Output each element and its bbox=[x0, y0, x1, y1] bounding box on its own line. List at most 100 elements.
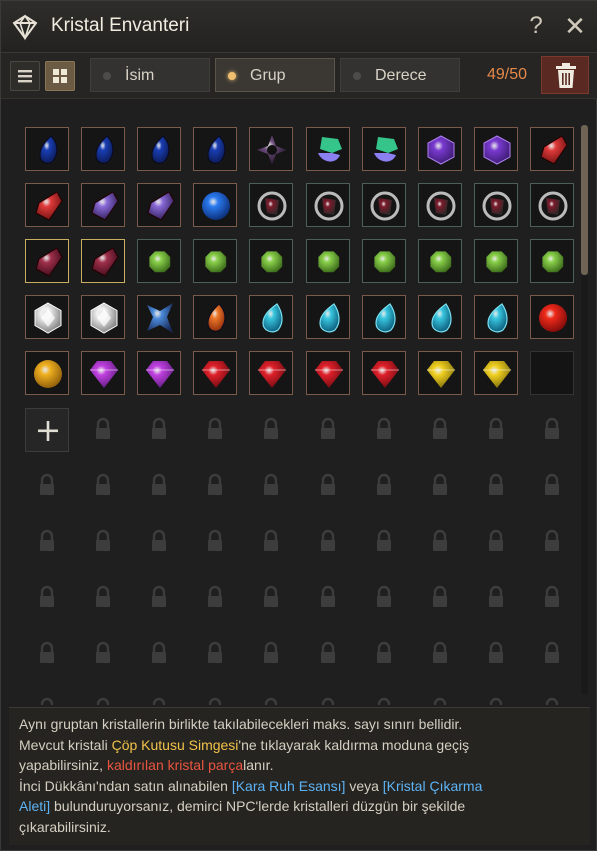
close-button[interactable]: ✕ bbox=[563, 11, 587, 42]
crystal-slot[interactable] bbox=[193, 239, 237, 283]
crystal-slot[interactable] bbox=[474, 127, 518, 171]
locked-slot bbox=[362, 688, 406, 705]
empty-crystal-slot[interactable] bbox=[530, 351, 574, 395]
item-link-extraction-tool[interactable]: [Kristal Çıkarma bbox=[383, 778, 483, 794]
grid-view-button[interactable] bbox=[45, 61, 75, 91]
title-bar[interactable]: Kristal Envanteri ? ✕ bbox=[1, 1, 597, 53]
locked-slot bbox=[81, 688, 125, 705]
sort-label: Derece bbox=[375, 67, 427, 84]
crystal-slot[interactable] bbox=[25, 351, 69, 395]
locked-slot bbox=[530, 520, 574, 564]
trash-button[interactable] bbox=[541, 56, 589, 94]
locked-slot bbox=[249, 408, 293, 452]
sort-by-grade-button[interactable]: Derece bbox=[340, 58, 460, 92]
crystal-slot[interactable] bbox=[530, 295, 574, 339]
sort-by-name-button[interactable]: İsim bbox=[90, 58, 210, 92]
sort-by-group-button[interactable]: Grup bbox=[215, 58, 335, 92]
crystal-slot[interactable] bbox=[306, 183, 350, 227]
crystal-slot[interactable] bbox=[81, 295, 125, 339]
crystal-slot[interactable] bbox=[249, 183, 293, 227]
crystal-slot[interactable] bbox=[474, 239, 518, 283]
crystal-slot[interactable] bbox=[81, 351, 125, 395]
radio-indicator bbox=[103, 72, 111, 80]
crystal-slot[interactable] bbox=[474, 183, 518, 227]
locked-slot bbox=[306, 576, 350, 620]
dark-ruby-ring-crystal-icon bbox=[257, 191, 287, 221]
crystal-slot[interactable] bbox=[81, 127, 125, 171]
lock-icon bbox=[152, 585, 166, 607]
crystal-slot[interactable] bbox=[25, 127, 69, 171]
lock-icon bbox=[208, 697, 222, 705]
crystal-slot[interactable] bbox=[249, 239, 293, 283]
lock-icon bbox=[96, 697, 110, 705]
crystal-slot[interactable] bbox=[81, 183, 125, 227]
blue-orb-crystal-icon bbox=[202, 192, 230, 220]
crystal-slot[interactable] bbox=[137, 351, 181, 395]
item-link-extraction-tool-cont[interactable]: Aleti] bbox=[19, 798, 50, 814]
locked-slot bbox=[193, 688, 237, 705]
crystal-slot[interactable] bbox=[530, 183, 574, 227]
locked-slot bbox=[137, 464, 181, 508]
help-button[interactable]: ? bbox=[525, 12, 547, 40]
locked-slot bbox=[530, 688, 574, 705]
crystal-slot[interactable] bbox=[418, 127, 462, 171]
lock-icon bbox=[321, 697, 335, 705]
crystal-slot[interactable] bbox=[418, 351, 462, 395]
diamond-icon bbox=[12, 14, 38, 41]
crystal-slot[interactable] bbox=[362, 183, 406, 227]
crystal-slot[interactable] bbox=[249, 295, 293, 339]
lock-icon bbox=[40, 585, 54, 607]
garnet-y-crystal-icon bbox=[91, 247, 119, 277]
crystal-slot[interactable] bbox=[81, 239, 125, 283]
crystal-slot[interactable] bbox=[137, 295, 181, 339]
plus-icon bbox=[38, 421, 58, 441]
crystal-slot[interactable] bbox=[306, 239, 350, 283]
crystal-slot[interactable] bbox=[418, 295, 462, 339]
crystal-slot[interactable] bbox=[362, 351, 406, 395]
garnet-y-crystal-icon bbox=[35, 247, 63, 277]
crystal-slot[interactable] bbox=[193, 351, 237, 395]
violet-hex-crystal-icon bbox=[483, 135, 511, 165]
purple-brilliant-crystal-icon bbox=[146, 361, 174, 388]
crystal-slot[interactable] bbox=[306, 295, 350, 339]
lock-icon bbox=[321, 529, 335, 551]
lock-icon bbox=[96, 473, 110, 495]
locked-slot bbox=[362, 408, 406, 452]
lock-icon bbox=[321, 473, 335, 495]
crystal-slot[interactable] bbox=[362, 239, 406, 283]
yellow-brilliant-crystal-icon bbox=[483, 361, 511, 388]
crystal-slot[interactable] bbox=[474, 351, 518, 395]
lock-icon bbox=[545, 585, 559, 607]
crystal-slot[interactable] bbox=[25, 183, 69, 227]
locked-slot bbox=[306, 632, 350, 676]
add-slot-button[interactable] bbox=[25, 408, 69, 452]
scrollbar-thumb[interactable] bbox=[581, 125, 588, 275]
crystal-slot[interactable] bbox=[193, 183, 237, 227]
crystal-slot[interactable] bbox=[418, 183, 462, 227]
crystal-slot[interactable] bbox=[193, 295, 237, 339]
crystal-slot[interactable] bbox=[474, 295, 518, 339]
crystal-slot[interactable] bbox=[306, 127, 350, 171]
crystal-slot[interactable] bbox=[306, 351, 350, 395]
item-link-kara-ruh[interactable]: [Kara Ruh Esansı] bbox=[232, 778, 346, 794]
crystal-slot[interactable] bbox=[418, 239, 462, 283]
green-peridot-crystal-icon bbox=[261, 251, 283, 273]
crystal-slot[interactable] bbox=[137, 183, 181, 227]
black-gem-cross-crystal-icon bbox=[257, 135, 287, 165]
locked-slot bbox=[530, 632, 574, 676]
crystal-slot[interactable] bbox=[362, 295, 406, 339]
scrollbar[interactable] bbox=[581, 125, 588, 695]
crystal-slot[interactable] bbox=[249, 351, 293, 395]
lock-icon bbox=[545, 417, 559, 439]
crystal-slot[interactable] bbox=[25, 295, 69, 339]
list-view-button[interactable] bbox=[10, 61, 40, 91]
crystal-slot[interactable] bbox=[137, 239, 181, 283]
crystal-slot[interactable] bbox=[530, 127, 574, 171]
crystal-slot[interactable] bbox=[249, 127, 293, 171]
crystal-slot[interactable] bbox=[193, 127, 237, 171]
crystal-slot[interactable] bbox=[530, 239, 574, 283]
crystal-slot[interactable] bbox=[362, 127, 406, 171]
crystal-slot[interactable] bbox=[25, 239, 69, 283]
lock-icon bbox=[40, 529, 54, 551]
crystal-slot[interactable] bbox=[137, 127, 181, 171]
